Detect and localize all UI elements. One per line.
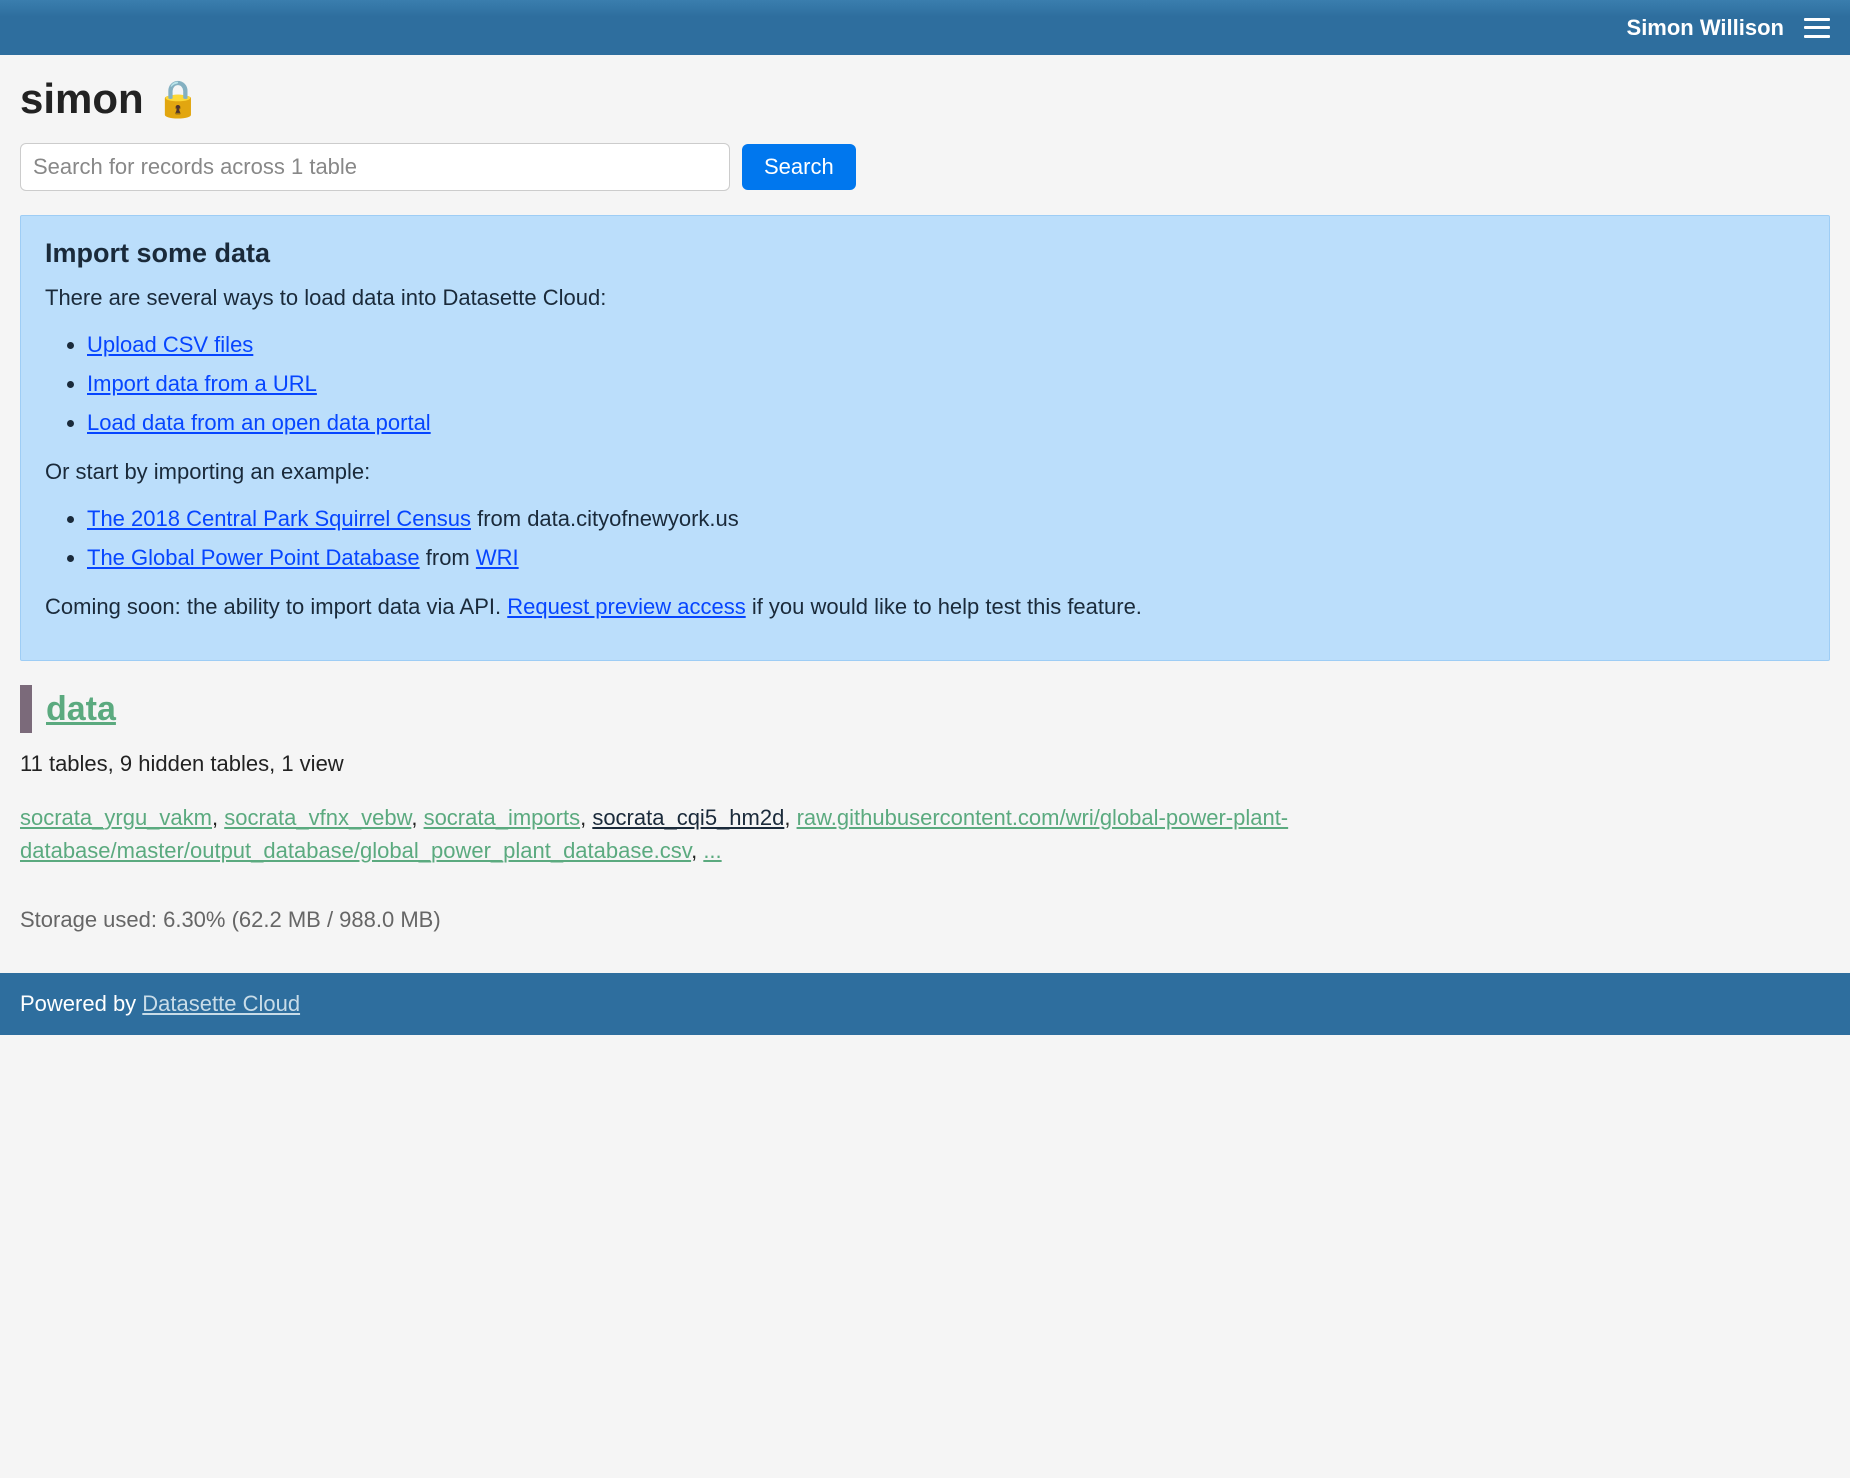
more-tables-link[interactable]: ...: [703, 838, 721, 863]
hamburger-menu-icon[interactable]: [1804, 18, 1830, 38]
table-link[interactable]: socrata_cqi5_hm2d: [592, 805, 784, 830]
table-link[interactable]: socrata_yrgu_vakm: [20, 805, 212, 830]
example-suffix-prefix: from: [420, 545, 476, 570]
user-name-label[interactable]: Simon Willison: [1627, 15, 1784, 41]
open-data-portal-link[interactable]: Load data from an open data portal: [87, 410, 431, 435]
list-item: Load data from an open data portal: [87, 406, 1805, 439]
import-heading: Import some data: [45, 238, 1805, 269]
example-wri-link[interactable]: WRI: [476, 545, 519, 570]
table-link[interactable]: socrata_vfnx_vebw: [224, 805, 411, 830]
datasette-cloud-link[interactable]: Datasette Cloud: [142, 991, 300, 1016]
database-color-bar: [20, 685, 32, 733]
table-links: socrata_yrgu_vakm, socrata_vfnx_vebw, so…: [20, 801, 1830, 867]
request-preview-link[interactable]: Request preview access: [507, 594, 745, 619]
database-link[interactable]: data: [46, 690, 116, 729]
coming-soon-prefix: Coming soon: the ability to import data …: [45, 594, 507, 619]
import-url-link[interactable]: Import data from a URL: [87, 371, 317, 396]
footer: Powered by Datasette Cloud: [0, 973, 1850, 1035]
lock-icon: 🔒: [156, 78, 201, 120]
database-summary: 11 tables, 9 hidden tables, 1 view: [20, 751, 1830, 777]
table-link[interactable]: socrata_imports: [424, 805, 581, 830]
examples-intro: Or start by importing an example:: [45, 457, 1805, 488]
footer-prefix: Powered by: [20, 991, 142, 1016]
example-suffix: from data.cityofnewyork.us: [471, 506, 739, 531]
import-intro: There are several ways to load data into…: [45, 283, 1805, 314]
main-content: simon 🔒 Search Import some data There ar…: [0, 55, 1850, 973]
import-options-list: Upload CSV files Import data from a URL …: [87, 328, 1805, 439]
list-item: Import data from a URL: [87, 367, 1805, 400]
top-header: Simon Willison: [0, 0, 1850, 55]
examples-list: The 2018 Central Park Squirrel Census fr…: [87, 502, 1805, 574]
page-title: simon 🔒: [20, 75, 1830, 123]
coming-soon-text: Coming soon: the ability to import data …: [45, 592, 1805, 623]
list-item: The Global Power Point Database from WRI: [87, 541, 1805, 574]
example-squirrel-link[interactable]: The 2018 Central Park Squirrel Census: [87, 506, 471, 531]
list-item: Upload CSV files: [87, 328, 1805, 361]
example-powerplant-link[interactable]: The Global Power Point Database: [87, 545, 420, 570]
page-title-text: simon: [20, 75, 144, 123]
upload-csv-link[interactable]: Upload CSV files: [87, 332, 253, 357]
import-panel: Import some data There are several ways …: [20, 215, 1830, 661]
search-button[interactable]: Search: [742, 144, 856, 190]
search-row: Search: [20, 143, 1830, 191]
storage-used-text: Storage used: 6.30% (62.2 MB / 988.0 MB): [20, 907, 1830, 933]
search-input[interactable]: [20, 143, 730, 191]
coming-soon-suffix: if you would like to help test this feat…: [746, 594, 1142, 619]
list-item: The 2018 Central Park Squirrel Census fr…: [87, 502, 1805, 535]
database-heading: data: [20, 685, 1830, 733]
